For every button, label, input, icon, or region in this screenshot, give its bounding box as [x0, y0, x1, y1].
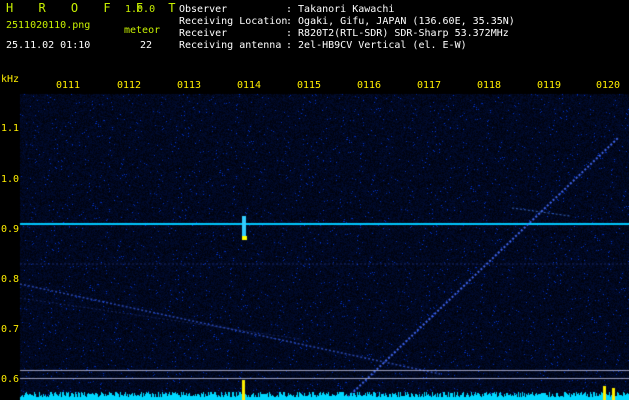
header-panel: H R O F F T 1.0.0 2511020110.png 25.11.0…	[0, 0, 629, 74]
observer-label: Observer	[179, 4, 228, 15]
receiver-value: : R820T2(RTL-SDR) SDR-Sharp 53.372MHz	[286, 28, 509, 39]
meteor-count-value: 22	[140, 40, 153, 51]
app-version: 1.0.0	[125, 4, 156, 15]
y-tick-label: 0.6	[1, 374, 20, 385]
y-tick-label: 0.7	[1, 324, 20, 335]
y-tick-label: 1.1	[1, 123, 20, 134]
image-filename: 2511020110.png	[6, 20, 91, 31]
x-tick-label: 0113	[177, 80, 202, 91]
x-tick-label: 0118	[477, 80, 502, 91]
y-tick-label: 0.9	[1, 224, 20, 235]
x-tick-label: 0120	[596, 80, 621, 91]
location-value: : Ogaki, Gifu, JAPAN (136.60E, 35.35N)	[286, 16, 515, 27]
antenna-label: Receiving antenna	[179, 40, 282, 51]
x-tick-label: 0116	[357, 80, 382, 91]
x-tick-label: 0111	[56, 80, 81, 91]
y-axis-unit: kHz	[1, 74, 20, 85]
x-tick-label: 0119	[537, 80, 562, 91]
receiver-label: Receiver	[179, 28, 228, 39]
spectrogram	[0, 74, 629, 400]
x-tick-label: 0114	[237, 80, 262, 91]
timestamp: 25.11.02 01:10	[6, 40, 91, 51]
y-tick-label: 1.0	[1, 174, 20, 185]
x-tick-label: 0117	[417, 80, 442, 91]
antenna-value: : 2el-HB9CV Vertical (el. E-W)	[286, 40, 467, 51]
observer-value: : Takanori Kawachi	[286, 4, 395, 15]
app-title: H R O F F T	[6, 1, 185, 15]
x-tick-label: 0115	[297, 80, 322, 91]
x-tick-label: 0112	[117, 80, 142, 91]
meteor-count-label: meteor	[124, 25, 161, 36]
location-label: Receiving Location	[179, 16, 288, 27]
y-tick-label: 0.8	[1, 274, 20, 285]
